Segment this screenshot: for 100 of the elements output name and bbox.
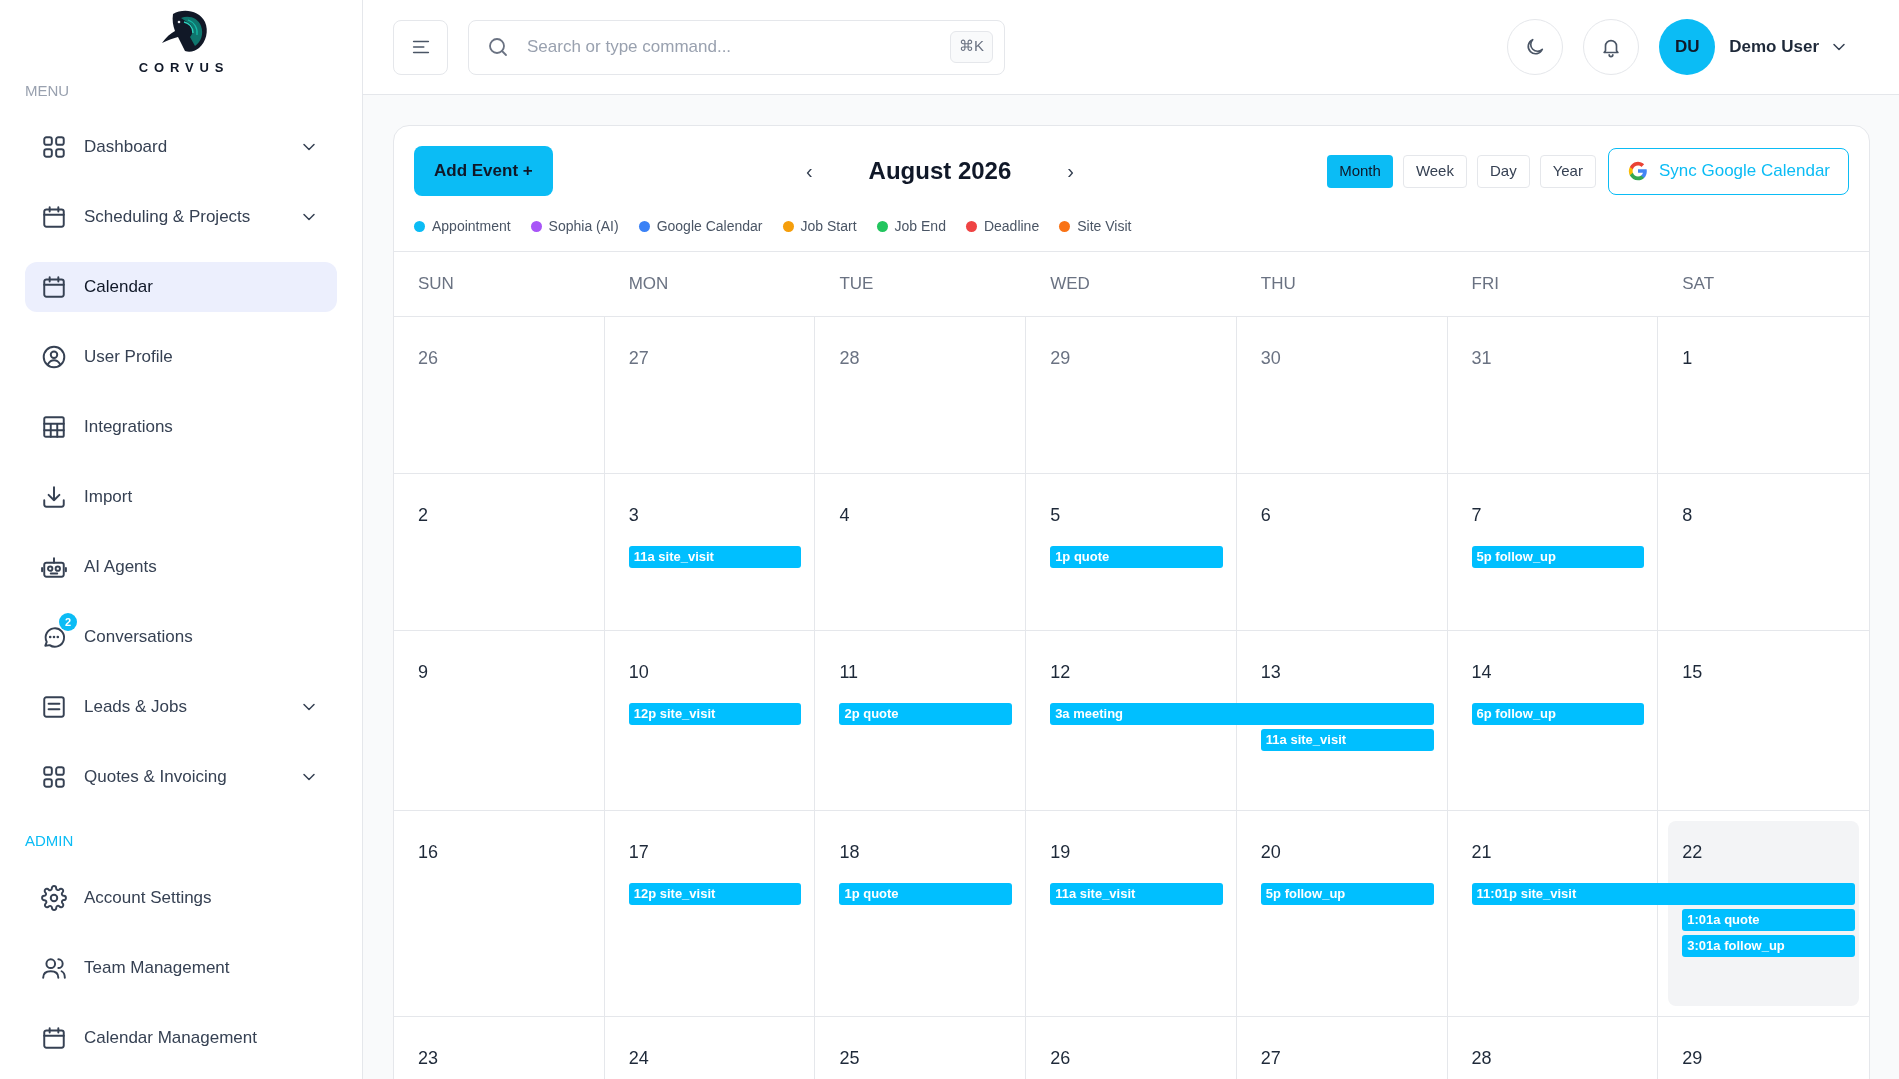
day-number: 7 [1471,505,1482,525]
grid-icon [41,764,67,790]
legend-label: Job Start [800,217,857,236]
user-name[interactable]: Demo User [1729,34,1819,60]
day-number: 9 [418,662,428,682]
day-number: 20 [1260,842,1281,862]
sidebar-item[interactable]: Leads & Jobs [25,682,337,732]
sidebar-item[interactable]: Scheduling & Projects [25,192,337,242]
add-event-button[interactable]: Add Event + [414,146,553,196]
day-number: 26 [1050,1048,1071,1068]
day-number: 24 [628,1048,649,1068]
day-cell[interactable]: 31 [1447,317,1659,474]
day-cell[interactable]: 28 [1447,1017,1659,1079]
day-cell[interactable]: 26 [394,317,605,474]
user-icon [41,344,67,370]
notification-badge: 2 [59,613,77,631]
weekday-label: FRI [1471,273,1499,296]
day-cell[interactable]: 6 [1236,474,1448,631]
day-cell[interactable]: 9 [394,631,605,811]
day-number: 28 [839,348,860,368]
day-cell[interactable]: 2 [394,474,605,631]
legend-label: Sophia (AI) [548,217,619,236]
day-cell[interactable]: 29 [1658,1017,1869,1079]
view-tab[interactable]: Month [1327,154,1393,188]
list-icon [41,694,67,720]
day-number: 14 [1471,662,1492,682]
day-number: 5 [1050,505,1061,525]
weekday-label: TUE [839,273,874,296]
chat-icon [41,624,67,650]
day-number: 2 [418,505,428,525]
sidebar-item[interactable]: AI Agents [25,542,337,592]
calendar-icon [41,274,67,300]
day-number: 31 [1471,348,1492,368]
day-number: 26 [418,348,439,368]
day-cell[interactable]: 26 [1026,1017,1237,1079]
day-cell[interactable]: 25 [815,1017,1027,1079]
day-cell[interactable]: 27 [1236,1017,1448,1079]
section-label: ADMIN [25,831,75,851]
day-number: 29 [1050,348,1071,368]
weekday-label: THU [1260,273,1296,296]
day-number: 18 [839,842,860,862]
day-number: 30 [1260,348,1281,368]
day-number: 27 [628,348,649,368]
day-cell[interactable]: 16 [394,811,605,1017]
day-cell[interactable]: 24 [604,1017,816,1079]
day-number: 21 [1471,842,1492,862]
day-number: 16 [418,842,439,862]
day-cell[interactable]: 15 [1658,631,1869,811]
day-cell[interactable]: 28 [815,317,1027,474]
sidebar-item[interactable]: Team Management [25,942,337,993]
sidebar-item[interactable]: 2 Conversations [25,612,337,662]
day-number: 15 [1682,662,1703,682]
weekday-label: SAT [1682,273,1715,296]
day-cell[interactable]: 4 [815,474,1027,631]
day-number: 19 [1050,842,1071,862]
day-cell[interactable]: 8 [1658,474,1869,631]
day-number: 28 [1471,1048,1492,1068]
day-number: 29 [1682,1048,1703,1068]
sidebar-item[interactable]: Calendar [25,262,337,312]
weekday-label: SUN [418,273,454,296]
grid-icon [41,134,67,160]
sidebar-item[interactable]: Dashboard [25,122,337,172]
legend-label: Google Calendar [656,217,763,236]
sidebar-item[interactable]: Import [25,472,337,522]
sidebar-item[interactable]: Calendar Management [25,1012,337,1063]
sidebar-item[interactable]: Quotes & Invoicing [25,752,337,802]
next-month-button[interactable]: › [1057,156,1084,186]
calendar-icon [41,1024,67,1051]
day-number: 17 [628,842,649,862]
day-cell[interactable]: 30 [1236,317,1448,474]
legend-label: Appointment [432,217,511,236]
bird-head-logo [162,10,207,52]
day-cell[interactable]: 1 [1658,317,1869,474]
google-icon [1626,160,1649,182]
day-number: 27 [1260,1048,1281,1068]
settings-icon [41,884,67,911]
day-number: 22 [1682,842,1703,862]
day-number: 23 [418,1048,439,1068]
day-number: 3 [628,505,639,525]
weekday-label: WED [1050,273,1090,296]
day-number: 25 [839,1048,860,1068]
day-number: 13 [1260,662,1281,682]
user-avatar[interactable]: DU [1659,19,1716,75]
sidebar-item[interactable]: User Profile [25,332,337,382]
legend-label: Deadline [983,217,1040,236]
weekday-label: MON [628,273,669,296]
view-tab[interactable]: Year [1539,154,1596,188]
day-cell[interactable]: 29 [1026,317,1237,474]
view-tab[interactable]: Day [1476,154,1530,188]
day-cell[interactable]: 23 [394,1017,605,1079]
view-tab[interactable]: Week [1402,154,1467,188]
legend-label: Job End [894,217,946,236]
table-icon [41,414,67,440]
day-number: 1 [1682,348,1693,368]
sidebar-item[interactable]: Integrations [25,402,337,452]
section-label: MENU [25,80,71,101]
previous-month-button[interactable]: ‹ [795,156,823,186]
legend-label: Site Visit [1077,217,1132,236]
sidebar-item[interactable]: Account Settings [25,872,337,923]
day-cell[interactable]: 27 [604,317,816,474]
